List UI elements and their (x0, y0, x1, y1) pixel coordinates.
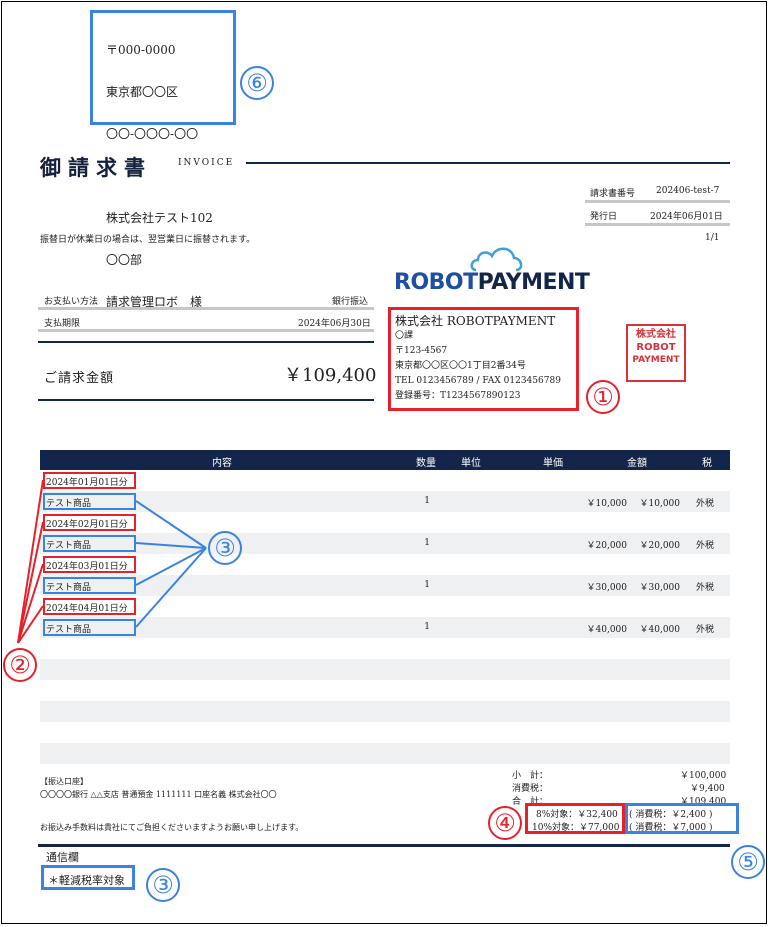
annotation-2: ② (3, 648, 37, 682)
fee-note: お振込み手数料は貴社にてご負担くださいますようお願い申し上げます。 (40, 823, 304, 832)
tax-label: 消費税： (512, 784, 549, 794)
annotation-connectors (17, 479, 207, 644)
subtotal-label: 小 計： (512, 771, 549, 781)
annotation-3: ③ (208, 531, 242, 565)
tax-total: ￥9,400 (690, 784, 725, 794)
subtotal: ￥100,000 (680, 771, 727, 781)
annotation-3-memo: ③ (146, 868, 180, 902)
annotation-box-4 (525, 803, 625, 834)
bank-label: 【振込口座】 (40, 777, 88, 786)
memo-label: 通信欄 (46, 851, 79, 864)
annotation-4: ④ (488, 806, 522, 840)
annotation-5: ⑤ (731, 845, 765, 879)
annotation-box-5 (625, 803, 739, 834)
bank-detail: 〇〇〇〇銀行 △△支店 普通預金 1111111 口座名義 株式会社〇〇 (40, 790, 277, 799)
memo-rule (38, 844, 730, 847)
annotation-box-3-memo (41, 865, 135, 890)
